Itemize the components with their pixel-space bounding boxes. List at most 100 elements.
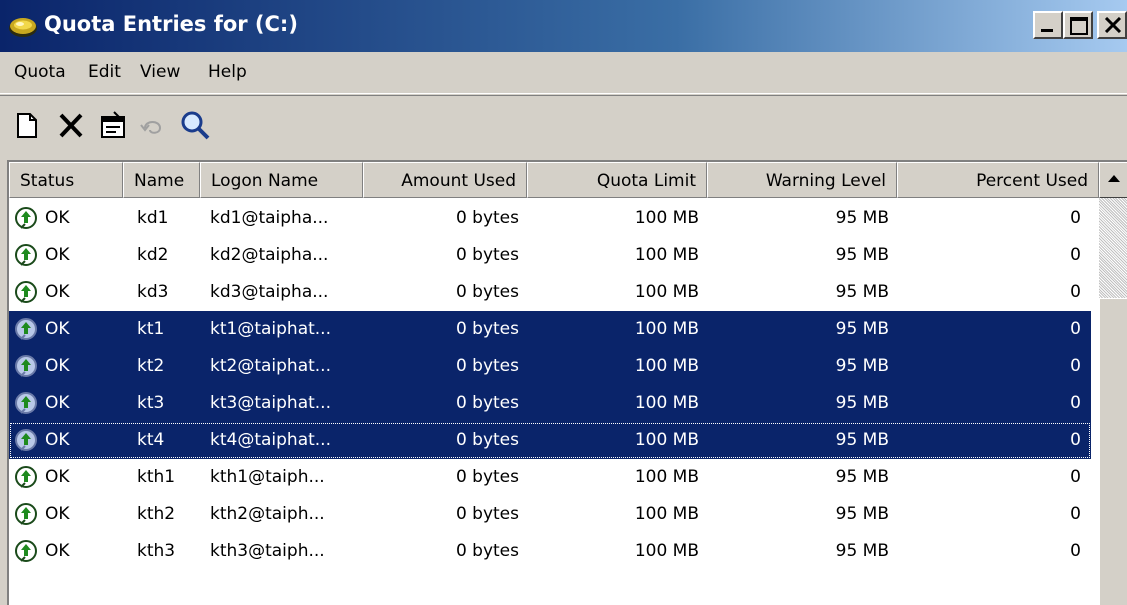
scroll-up-button[interactable] xyxy=(1099,162,1127,198)
column-logon-name[interactable]: Logon Name xyxy=(200,162,363,198)
table-row[interactable]: OK kt4 kt4@taiphat... 0 bytes 100 MB 95 MB 0 xyxy=(9,422,1091,459)
quota-list[interactable]: Status Name Logon Name Amount Used Quota… xyxy=(7,160,1127,605)
name-cell: kt4 xyxy=(137,430,165,450)
warning-level-cell: 95 MB xyxy=(835,541,889,561)
column-name[interactable]: Name xyxy=(123,162,200,198)
magnifier-icon xyxy=(181,111,210,140)
quota-limit-cell: 100 MB xyxy=(634,541,699,561)
amount-used-cell: 0 bytes xyxy=(455,467,519,487)
table-row[interactable]: OK kt2 kt2@taiphat... 0 bytes 100 MB 95 MB 0 xyxy=(9,348,1091,385)
amount-used-cell: 0 bytes xyxy=(455,541,519,561)
percent-used-cell: 0 xyxy=(1070,356,1081,376)
name-cell: kth2 xyxy=(137,504,176,524)
percent-used-cell: 0 xyxy=(1070,245,1081,265)
table-row[interactable]: OK kd1 kd1@taipha... 0 bytes 100 MB 95 MB 0 xyxy=(9,200,1091,237)
table-row[interactable]: OK kth3 kth3@taiph... 0 bytes 100 MB 95 MB 0 xyxy=(9,533,1091,570)
amount-used-cell: 0 bytes xyxy=(455,282,519,302)
status-cell: OK xyxy=(45,541,70,561)
name-cell: kt2 xyxy=(137,356,165,376)
percent-used-cell: 0 xyxy=(1070,467,1081,487)
status-cell: OK xyxy=(45,319,70,339)
amount-used-cell: 0 bytes xyxy=(455,208,519,228)
status-cell: OK xyxy=(45,504,70,524)
status-cell: OK xyxy=(45,467,70,487)
scroll-track[interactable] xyxy=(1099,198,1127,298)
logon-name-cell: kd2@taipha... xyxy=(210,245,329,265)
amount-used-cell: 0 bytes xyxy=(455,393,519,413)
percent-used-cell: 0 xyxy=(1070,430,1081,450)
warning-level-cell: 95 MB xyxy=(835,504,889,524)
quota-limit-cell: 100 MB xyxy=(634,430,699,450)
name-cell: kth1 xyxy=(137,467,176,487)
column-percent-used[interactable]: Percent Used xyxy=(897,162,1099,198)
warning-level-cell: 95 MB xyxy=(835,319,889,339)
menu-view[interactable]: View xyxy=(140,62,180,82)
warning-level-cell: 95 MB xyxy=(835,467,889,487)
maximize-button[interactable] xyxy=(1063,11,1093,39)
logon-name-cell: kth3@taiph... xyxy=(210,541,325,561)
quota-limit-cell: 100 MB xyxy=(634,504,699,524)
logon-name-cell: kt1@taiphat... xyxy=(210,319,331,339)
quota-limit-cell: 100 MB xyxy=(634,208,699,228)
warning-level-cell: 95 MB xyxy=(835,356,889,376)
amount-used-cell: 0 bytes xyxy=(455,319,519,339)
delete-button[interactable] xyxy=(54,108,88,142)
column-warning-level[interactable]: Warning Level xyxy=(707,162,897,198)
column-quota-limit[interactable]: Quota Limit xyxy=(527,162,707,198)
status-cell: OK xyxy=(45,208,70,228)
percent-used-cell: 0 xyxy=(1070,541,1081,561)
status-cell: OK xyxy=(45,430,70,450)
find-button[interactable] xyxy=(178,108,212,142)
logon-name-cell: kd3@taipha... xyxy=(210,282,329,302)
window-title: Quota Entries for (C:) xyxy=(44,12,298,36)
table-row[interactable]: OK kt1 kt1@taiphat... 0 bytes 100 MB 95 MB 0 xyxy=(9,311,1091,348)
table-row[interactable]: OK kth1 kth1@taiph... 0 bytes 100 MB 95 MB 0 xyxy=(9,459,1091,496)
vertical-scrollbar[interactable] xyxy=(1099,162,1127,605)
warning-level-cell: 95 MB xyxy=(835,430,889,450)
new-entry-button[interactable] xyxy=(10,108,44,142)
toolbar xyxy=(0,95,1127,155)
table-row[interactable]: OK kd2 kd2@taipha... 0 bytes 100 MB 95 MB 0 xyxy=(9,237,1091,274)
disk-quota-icon xyxy=(9,18,37,37)
column-header: Status Name Logon Name Amount Used Quota… xyxy=(9,162,1099,198)
warning-level-cell: 95 MB xyxy=(835,393,889,413)
amount-used-cell: 0 bytes xyxy=(455,245,519,265)
status-cell: OK xyxy=(45,282,70,302)
warning-level-cell: 95 MB xyxy=(835,282,889,302)
percent-used-cell: 0 xyxy=(1070,208,1081,228)
column-status[interactable]: Status xyxy=(9,162,123,198)
quota-limit-cell: 100 MB xyxy=(634,282,699,302)
rows-container: OK kd1 kd1@taipha... 0 bytes 100 MB 95 MB 0 OK k… xyxy=(9,200,1091,570)
undo-button[interactable] xyxy=(136,108,170,142)
status-cell: OK xyxy=(45,393,70,413)
table-row[interactable]: OK kd3 kd3@taipha... 0 bytes 100 MB 95 MB 0 xyxy=(9,274,1091,311)
percent-used-cell: 0 xyxy=(1070,282,1081,302)
properties-button[interactable] xyxy=(96,108,130,142)
quota-limit-cell: 100 MB xyxy=(634,393,699,413)
menu-quota[interactable]: Quota xyxy=(14,62,66,82)
close-button[interactable] xyxy=(1097,11,1127,39)
amount-used-cell: 0 bytes xyxy=(455,504,519,524)
percent-used-cell: 0 xyxy=(1070,319,1081,339)
minimize-button[interactable] xyxy=(1033,11,1063,39)
quota-limit-cell: 100 MB xyxy=(634,319,699,339)
name-cell: kd2 xyxy=(137,245,169,265)
percent-used-cell: 0 xyxy=(1070,504,1081,524)
amount-used-cell: 0 bytes xyxy=(455,430,519,450)
column-amount-used[interactable]: Amount Used xyxy=(363,162,527,198)
title-bar[interactable]: Quota Entries for (C:) xyxy=(0,0,1127,52)
name-cell: kth3 xyxy=(137,541,176,561)
menu-help[interactable]: Help xyxy=(208,62,247,82)
menu-edit[interactable]: Edit xyxy=(88,62,121,82)
new-document-icon xyxy=(17,113,37,138)
name-cell: kt3 xyxy=(137,393,165,413)
quota-limit-cell: 100 MB xyxy=(634,245,699,265)
logon-name-cell: kt2@taiphat... xyxy=(210,356,331,376)
name-cell: kt1 xyxy=(137,319,165,339)
menu-bar: Quota Edit View Help xyxy=(0,52,1127,94)
table-row[interactable]: OK kth2 kth2@taiph... 0 bytes 100 MB 95 MB 0 xyxy=(9,496,1091,533)
scroll-thumb[interactable] xyxy=(1099,298,1127,605)
table-row[interactable]: OK kt3 kt3@taiphat... 0 bytes 100 MB 95 MB 0 xyxy=(9,385,1091,422)
name-cell: kd1 xyxy=(137,208,169,228)
status-cell: OK xyxy=(45,245,70,265)
